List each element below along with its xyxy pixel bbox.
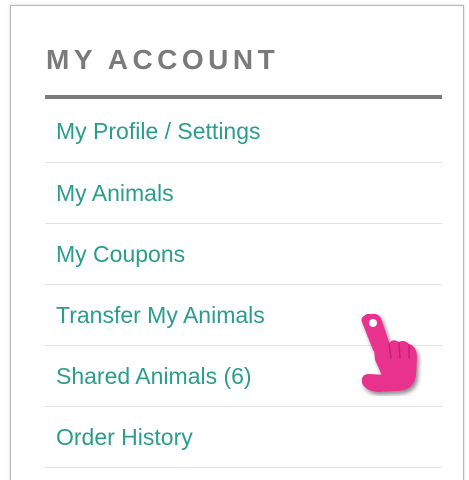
page-title: MY ACCOUNT bbox=[46, 44, 280, 75]
menu-item-my-coupons[interactable]: My Coupons bbox=[45, 224, 442, 285]
menu-item-label[interactable]: My Coupons bbox=[56, 241, 185, 268]
account-menu: My Profile / Settings My Animals My Coup… bbox=[45, 101, 442, 468]
menu-item-order-history[interactable]: Order History bbox=[45, 407, 442, 468]
my-account-panel: MY ACCOUNT My Profile / Settings My Anim… bbox=[10, 5, 464, 480]
menu-item-my-animals[interactable]: My Animals bbox=[45, 163, 442, 224]
menu-item-profile-settings[interactable]: My Profile / Settings bbox=[45, 101, 442, 163]
menu-item-label[interactable]: Shared Animals (6) bbox=[56, 363, 252, 390]
heading-divider bbox=[45, 95, 442, 99]
menu-item-label[interactable]: Order History bbox=[56, 424, 193, 451]
pointing-hand-icon bbox=[361, 314, 417, 392]
menu-item-label[interactable]: My Profile / Settings bbox=[56, 118, 261, 145]
menu-item-label[interactable]: Transfer My Animals bbox=[56, 302, 265, 329]
menu-item-label[interactable]: My Animals bbox=[56, 180, 174, 207]
